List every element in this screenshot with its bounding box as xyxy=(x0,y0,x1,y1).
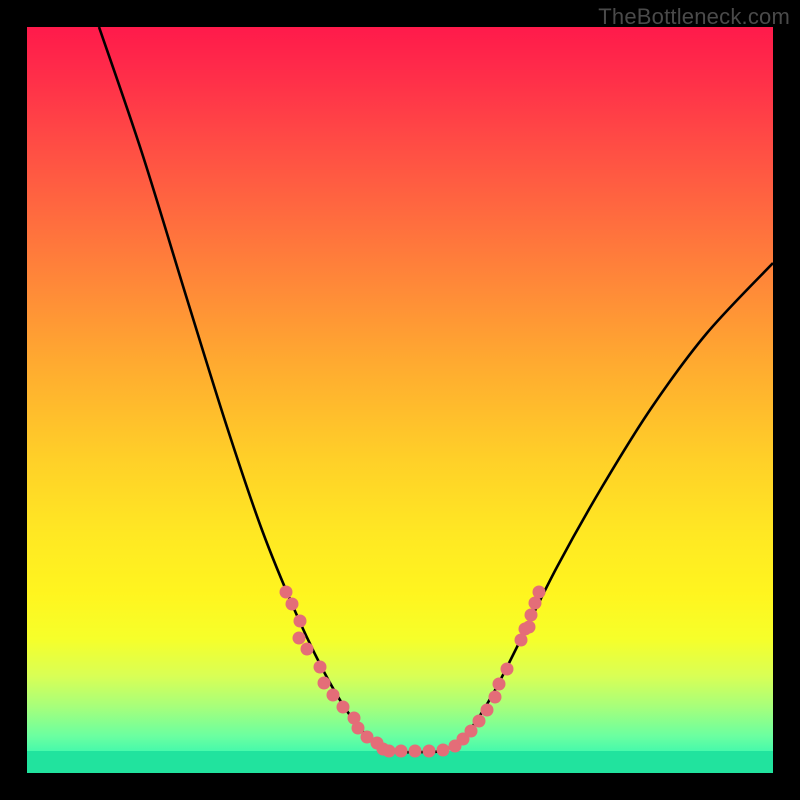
data-marker xyxy=(523,621,536,634)
data-marker xyxy=(395,745,408,758)
data-marker xyxy=(318,677,331,690)
data-marker xyxy=(437,744,450,757)
data-marker xyxy=(489,691,502,704)
data-marker xyxy=(409,745,422,758)
data-marker xyxy=(501,663,514,676)
data-marker xyxy=(293,632,306,645)
data-marker xyxy=(525,609,538,622)
curve-layer xyxy=(27,27,773,773)
data-marker xyxy=(294,615,307,628)
marker-group xyxy=(280,586,546,758)
bottleneck-curve xyxy=(99,27,773,752)
data-marker xyxy=(337,701,350,714)
data-marker xyxy=(314,661,327,674)
data-marker xyxy=(280,586,293,599)
data-marker xyxy=(383,745,396,758)
attribution-text: TheBottleneck.com xyxy=(598,4,790,30)
data-marker xyxy=(493,678,506,691)
outer-frame: TheBottleneck.com xyxy=(0,0,800,800)
data-marker xyxy=(533,586,546,599)
data-marker xyxy=(301,643,314,656)
data-marker xyxy=(473,715,486,728)
plot-area xyxy=(27,27,773,773)
data-marker xyxy=(481,704,494,717)
data-marker xyxy=(423,745,436,758)
data-marker xyxy=(286,598,299,611)
data-marker xyxy=(327,689,340,702)
